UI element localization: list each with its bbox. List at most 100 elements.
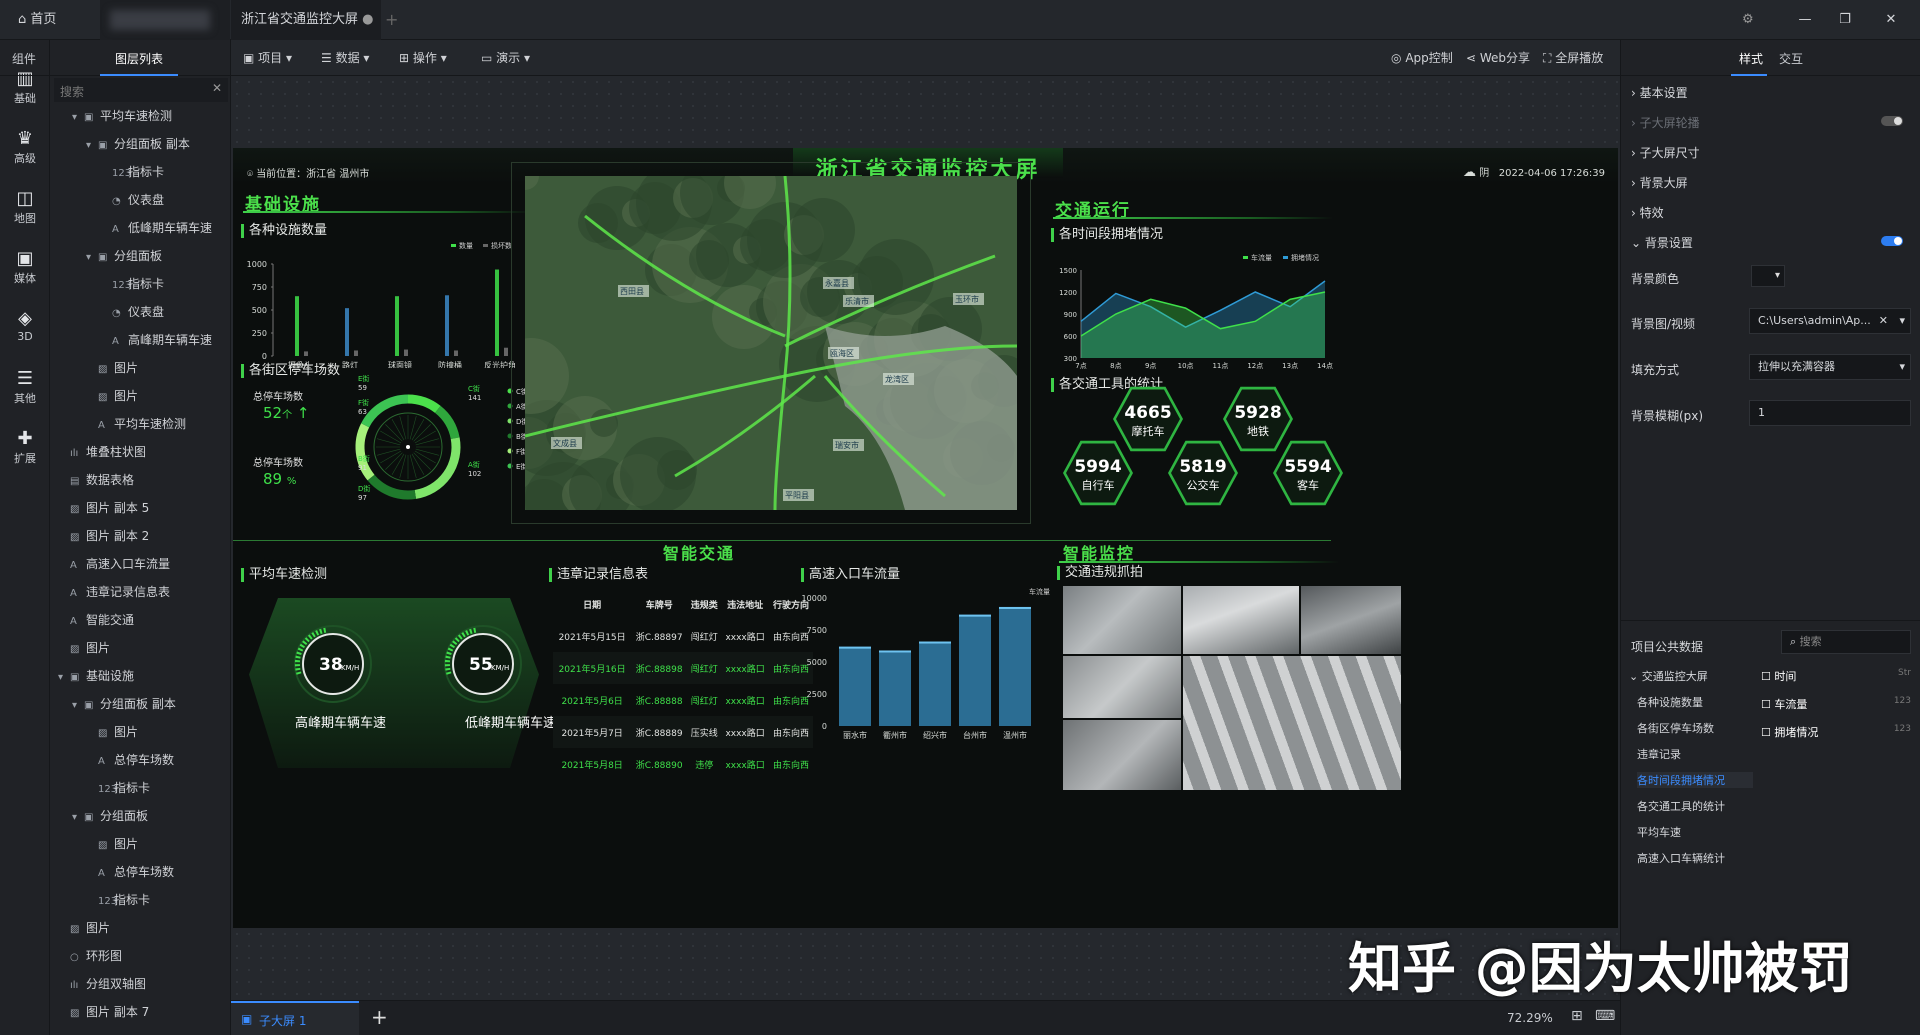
data-menu[interactable]: ☰ 数据 ▾ [321, 40, 369, 76]
operate-menu[interactable]: ⊞ 操作 ▾ [399, 40, 447, 76]
checkbox-icon[interactable]: ☐ [1761, 670, 1774, 683]
data-tree-item[interactable]: 各交通工具的统计 [1637, 798, 1753, 814]
settings-icon[interactable]: ⚙ [1742, 0, 1754, 40]
new-tab-button[interactable]: + [385, 0, 398, 40]
capture-photo-2[interactable] [1183, 586, 1299, 654]
capture-photo-4[interactable] [1063, 656, 1181, 718]
expand-arrow-icon[interactable]: ▾ [86, 244, 98, 272]
layer-item[interactable]: 123指标卡 [86, 774, 150, 802]
capture-photo-3[interactable] [1301, 586, 1401, 654]
chevron-down-icon[interactable]: ▾ [1899, 309, 1905, 333]
expand-arrow-icon[interactable]: ▾ [72, 804, 84, 832]
background-settings-item[interactable]: ⌄ 背景设置 [1631, 234, 1693, 251]
layer-item[interactable]: A 平均车速检测 [86, 410, 186, 438]
category-media[interactable]: ▣ 媒体 [0, 248, 50, 286]
layer-item[interactable]: ▨ 图片 副本 5 [58, 494, 149, 522]
add-subscreen-button[interactable]: + [371, 1005, 388, 1029]
basic-settings-item[interactable]: › 基本设置 [1631, 84, 1688, 101]
checkbox-icon[interactable]: ☐ [1761, 726, 1774, 739]
capture-photo-5[interactable] [1183, 656, 1401, 790]
category-cube[interactable]: ◈ 3D [0, 308, 50, 343]
zoom-level[interactable]: 72.29% [1507, 1011, 1553, 1025]
capture-photo-1[interactable] [1063, 586, 1181, 654]
layer-item[interactable]: ▾ ▣ 分组面板 [86, 242, 162, 270]
tab-style[interactable]: 样式 [1739, 50, 1763, 67]
expand-arrow-icon[interactable]: ▾ [72, 104, 84, 132]
tab-interaction[interactable]: 交互 [1779, 50, 1803, 67]
layer-item[interactable]: 123指标卡 [100, 158, 164, 186]
maximize-button[interactable]: ❐ [1830, 0, 1860, 40]
layer-item[interactable]: ○ 环形图 [58, 942, 122, 970]
bg-image-input[interactable]: C:\Users\admin\Ap... ✕ ▾ [1749, 308, 1911, 334]
carousel-toggle[interactable] [1881, 116, 1903, 126]
bg-color-picker[interactable]: ▾ [1751, 265, 1785, 287]
subscreen-size-item[interactable]: › 子大屏尺寸 [1631, 144, 1700, 161]
zhejiang-map[interactable]: 西田县 永嘉县乐清市 玉环市文成县 瑞安市平阳县 龙湾区 瓯海区 [525, 176, 1017, 510]
layer-item[interactable]: ▾ ▣ 分组面板 副本 [86, 130, 190, 158]
layer-item[interactable]: ▨ 图片 [58, 914, 110, 942]
layer-item[interactable]: A 总停车场数 [86, 858, 174, 886]
home-tab[interactable]: ⌂ 首页 [18, 0, 98, 40]
document-tab[interactable]: 浙江省交通监控大屏 ● [231, 0, 381, 40]
table-row[interactable]: 2021年5月6日 浙C.88888 闯红灯 xxxx路口 由东向西 [553, 684, 813, 716]
tab-layers[interactable]: 图层列表 [115, 50, 163, 67]
table-row[interactable]: 2021年5月16日 浙C.88898 闯红灯 xxxx路口 由东向西 [553, 652, 813, 684]
layer-item[interactable]: ▨ 图片 副本 2 [58, 522, 149, 550]
layer-item[interactable]: A 低峰期车辆车速 [100, 214, 212, 242]
fill-mode-select[interactable]: 拉伸以充满容器 ▾ [1749, 354, 1911, 380]
data-tree-item[interactable]: 各种设施数量 [1637, 694, 1753, 710]
expand-arrow-icon[interactable]: ▾ [58, 664, 70, 692]
subscreen-carousel-item[interactable]: › 子大屏轮播 [1631, 114, 1700, 131]
layer-search-input[interactable]: 搜索 ✕ [54, 78, 228, 102]
background-screen-item[interactable]: › 背景大屏 [1631, 174, 1688, 191]
table-row[interactable]: 2021年5月15日 浙C.88897 闯红灯 xxxx路口 由东向西 [553, 620, 813, 652]
layer-item[interactable]: ▤ 数据表格 [58, 466, 134, 494]
web-share-button[interactable]: ⋖ Web分享 [1466, 40, 1530, 76]
layer-item[interactable]: ◔ 仪表盘 [100, 186, 164, 214]
layer-item[interactable]: ▾ ▣ 平均车速检测 [72, 102, 172, 130]
capture-photo-6[interactable] [1063, 720, 1181, 790]
demo-menu[interactable]: ▭ 演示 ▾ [481, 40, 530, 76]
layer-item[interactable]: ◔ 仪表盘 [100, 298, 164, 326]
data-field-row[interactable]: ☐ 车流量 123 [1761, 696, 1911, 712]
category-list[interactable]: ☰ 其他 [0, 368, 50, 406]
layer-item[interactable]: A 高峰期车辆车速 [100, 326, 212, 354]
bg-blur-input[interactable]: 1 [1749, 400, 1911, 426]
layer-item[interactable]: ▨ 图片 [86, 718, 138, 746]
layer-item[interactable]: ▨ 图片 [58, 634, 110, 662]
layer-item[interactable]: ▾ ▣ 分组面板 [72, 802, 148, 830]
fit-screen-icon[interactable]: ⊞ [1571, 1008, 1583, 1024]
category-crown[interactable]: ♛ 高级 [0, 128, 50, 166]
public-data-search[interactable]: ⌕ 搜索 [1781, 630, 1911, 654]
fullscreen-button[interactable]: ⛶ 全屏播放 [1543, 40, 1603, 76]
keyboard-icon[interactable]: ⌨ [1595, 1008, 1615, 1024]
data-field-row[interactable]: ☐ 时间 Str [1761, 668, 1911, 684]
layer-item[interactable]: ▾ ▣ 分组面板 副本 [72, 690, 176, 718]
layer-item[interactable]: ▨ 图片 [86, 354, 138, 382]
table-row[interactable]: 2021年5月8日 浙C.88890 违停 xxxx路口 由东向西 [553, 748, 813, 780]
layer-item[interactable]: ▨ 图片 [86, 382, 138, 410]
close-button[interactable]: ✕ [1876, 0, 1906, 40]
clear-search-icon[interactable]: ✕ [212, 81, 222, 95]
category-puzzle[interactable]: ✚ 扩展 [0, 428, 50, 466]
effects-item[interactable]: › 特效 [1631, 204, 1664, 221]
app-control-button[interactable]: ◎ App控制 [1391, 40, 1453, 76]
layer-item[interactable]: A 智能交通 [58, 606, 134, 634]
data-field-row[interactable]: ☐ 拥堵情况 123 [1761, 724, 1911, 740]
clear-icon[interactable]: ✕ [1879, 309, 1888, 333]
layer-item[interactable]: A 高速入口车流量 [58, 550, 170, 578]
layer-item[interactable]: ▨ 图片 [86, 830, 138, 858]
blurred-tab[interactable] [100, 0, 230, 40]
layer-item[interactable]: 123指标卡 [86, 886, 150, 914]
layer-item[interactable]: A 总停车场数 [86, 746, 174, 774]
expand-arrow-icon[interactable]: ▾ [86, 132, 98, 160]
background-toggle[interactable] [1881, 236, 1903, 246]
data-tree-item[interactable]: 违章记录 [1637, 746, 1753, 762]
layer-item[interactable]: ▨ 图片 副本 7 [58, 998, 149, 1026]
subscreen-tab[interactable]: ▣ 子大屏 1 [231, 1001, 359, 1035]
data-tree-item[interactable]: 平均车速 [1637, 824, 1753, 840]
minimize-button[interactable]: — [1790, 0, 1820, 40]
data-tree-item[interactable]: 高速入口车辆统计 [1637, 850, 1753, 866]
layer-item[interactable]: A 违章记录信息表 [58, 578, 170, 606]
layer-item[interactable]: 123指标卡 [100, 270, 164, 298]
